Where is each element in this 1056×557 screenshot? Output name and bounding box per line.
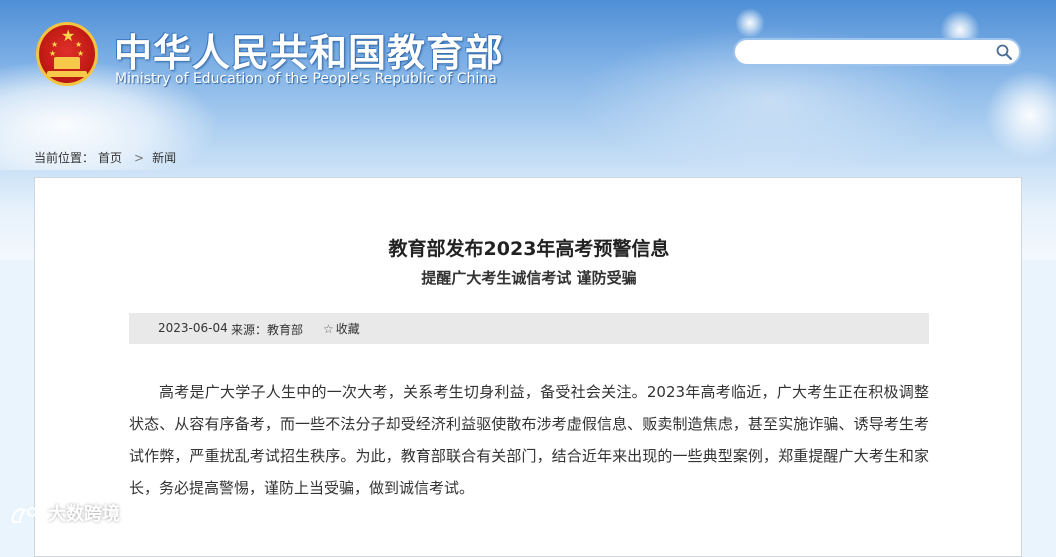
watermark-text: 大数跨境 bbox=[48, 504, 120, 525]
article-body: 高考是广大学子人生中的一次大考，关系考生切身利益，备受社会关注。2023年高考临… bbox=[129, 383, 929, 497]
breadcrumb-label: 当前位置： bbox=[34, 151, 95, 165]
article-date: 2023-06-04 bbox=[158, 321, 228, 335]
tiananmen-gate-icon bbox=[54, 57, 80, 69]
breadcrumb-home-link[interactable]: 首页 bbox=[98, 151, 122, 165]
article-title: 教育部发布2023年高考预警信息 bbox=[388, 238, 670, 260]
site-title-chinese[interactable]: 中华人民共和国教育部 bbox=[114, 22, 504, 77]
favorite-label: 收藏 bbox=[335, 322, 360, 336]
search-input[interactable] bbox=[747, 43, 991, 63]
breadcrumb: 当前位置： 首页 > 新闻 bbox=[34, 149, 180, 166]
watermark-logo-icon bbox=[11, 507, 43, 523]
chevron-right-icon: > bbox=[134, 151, 145, 165]
emblem-base bbox=[47, 71, 87, 77]
search-icon[interactable] bbox=[995, 43, 1013, 61]
article-meta-bar: 2023-06-04 来源：教育部 ☆ 收藏 bbox=[129, 313, 929, 344]
article-card: 教育部发布2023年高考预警信息 提醒广大考生诚信考试 谨防受骗 2023-06… bbox=[34, 177, 1022, 557]
article-subtitle: 提醒广大考生诚信考试 谨防受骗 bbox=[421, 269, 637, 287]
search-box[interactable] bbox=[733, 38, 1021, 66]
breadcrumb-news-link[interactable]: 新闻 bbox=[152, 151, 176, 165]
star-icon: ★ bbox=[61, 26, 76, 45]
article-source: 来源：教育部 bbox=[231, 323, 304, 337]
star-outline-icon: ☆ bbox=[323, 322, 334, 336]
favorite-button[interactable]: ☆ 收藏 bbox=[323, 320, 360, 337]
dandelion-decoration bbox=[735, 8, 765, 38]
national-emblem-icon: ★ ★ ★ ★ ★ bbox=[36, 22, 98, 86]
site-title-english[interactable]: Ministry of Education of the People's Re… bbox=[115, 71, 497, 87]
watermark: 大数跨境 bbox=[10, 500, 120, 526]
